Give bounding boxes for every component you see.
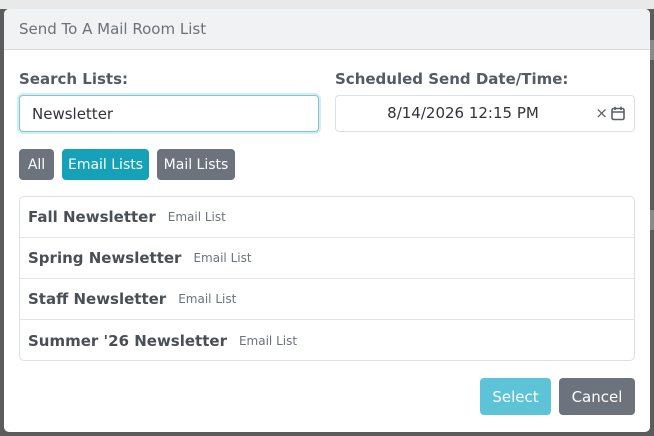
list-item[interactable]: Summer '26 Newsletter Email List: [20, 320, 634, 360]
mail-list-results: Fall Newsletter Email List Spring Newsle…: [19, 196, 635, 361]
backdrop-strip: [650, 210, 654, 230]
list-item[interactable]: Fall Newsletter Email List: [20, 197, 634, 238]
list-item-name: Summer '26 Newsletter: [28, 331, 227, 350]
list-item-type: Email List: [178, 292, 237, 306]
calendar-icon[interactable]: [611, 106, 625, 125]
search-input[interactable]: [19, 95, 319, 132]
clear-icon[interactable]: ×: [595, 96, 608, 131]
list-item-name: Staff Newsletter: [28, 290, 167, 308]
modal-title: Send To A Mail Room List: [19, 20, 207, 38]
filter-mail-lists-button[interactable]: Mail Lists: [157, 149, 235, 180]
schedule-label: Scheduled Send Date/Time:: [335, 70, 569, 88]
schedule-date-value: 8/14/2026 12:15 PM: [387, 104, 539, 122]
cancel-button[interactable]: Cancel: [559, 378, 635, 415]
backdrop-strip: [650, 40, 654, 60]
list-item-name: Spring Newsletter: [28, 249, 182, 267]
list-item-type: Email List: [238, 333, 298, 348]
modal-header: Send To A Mail Room List: [4, 9, 650, 50]
schedule-date-field[interactable]: 8/14/2026 12:15 PM ×: [335, 95, 635, 132]
filter-email-lists-button[interactable]: Email Lists: [62, 149, 149, 180]
mail-room-modal: Send To A Mail Room List Search Lists: S…: [4, 9, 650, 432]
select-button[interactable]: Select: [480, 378, 551, 415]
list-item-name: Fall Newsletter: [28, 208, 156, 226]
backdrop-strip: [0, 0, 654, 9]
list-item[interactable]: Spring Newsletter Email List: [20, 238, 634, 279]
filter-all-button[interactable]: All: [19, 149, 54, 180]
list-item-type: Email List: [193, 251, 252, 265]
search-label: Search Lists:: [19, 70, 129, 88]
list-item-type: Email List: [167, 210, 226, 224]
list-item[interactable]: Staff Newsletter Email List: [20, 279, 634, 320]
